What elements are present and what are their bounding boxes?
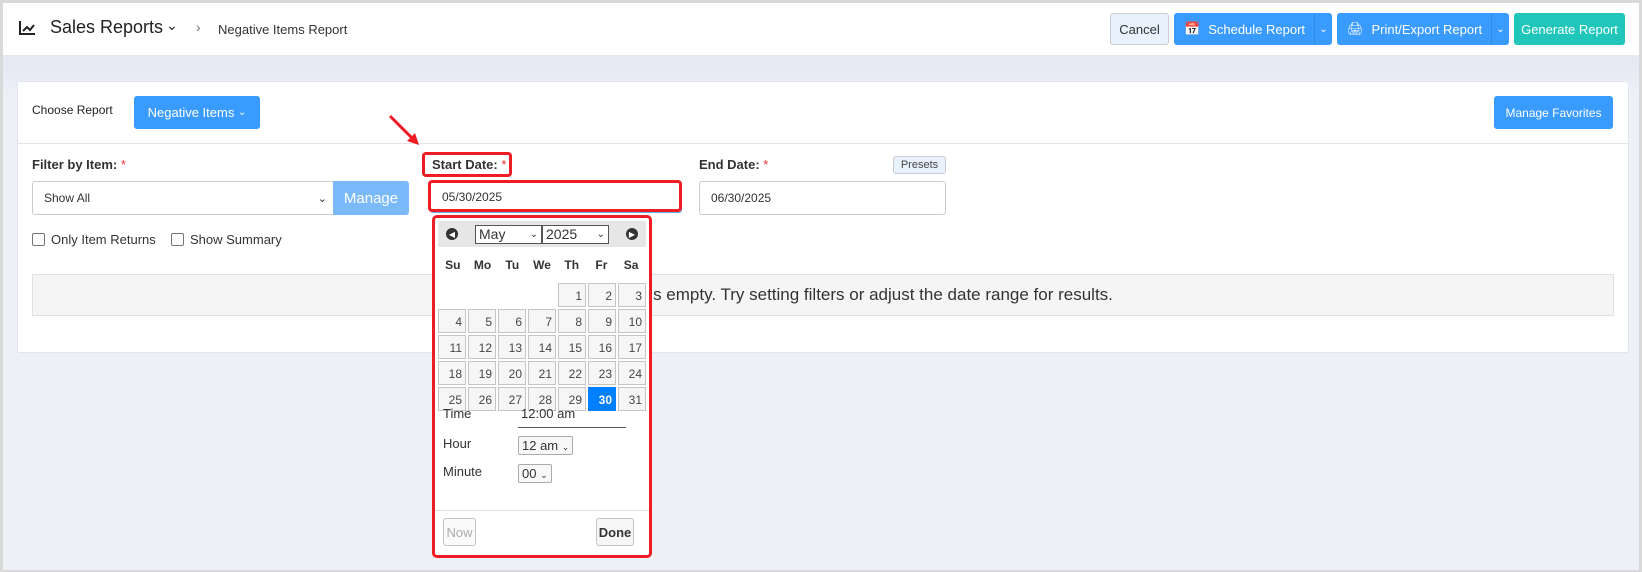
manage-items-button[interactable]: Manage [333, 181, 409, 215]
filter-label: Filter by Item: * [32, 157, 126, 172]
weekday-header: Su Mo Tu We Th Fr Sa [438, 258, 646, 272]
annotation-arrow [388, 114, 419, 145]
weekday-label: We [533, 258, 551, 272]
prev-month-icon[interactable]: ◀ [446, 228, 458, 240]
checkbox[interactable] [32, 233, 45, 246]
calendar-day[interactable]: 7 [528, 309, 556, 333]
cancel-button[interactable]: Cancel [1110, 13, 1169, 45]
calendar-day[interactable]: 5 [468, 309, 496, 333]
calendar-header: ◀ May ⌄ 2025 ⌄ ▶ [438, 221, 646, 247]
divider [435, 510, 649, 511]
calendar-day[interactable]: 23 [588, 361, 616, 385]
calendar-day[interactable]: 3 [618, 283, 646, 307]
day-grid: 1 2 3 4 5 6 7 8 9 10 11 12 13 14 15 16 17 18 19 20 21 22 23 24 2… [438, 283, 646, 411]
calendar-day[interactable]: 6 [498, 309, 526, 333]
generate-report-button[interactable]: Generate Report [1514, 13, 1625, 45]
calendar-day[interactable]: 4 [438, 309, 466, 333]
time-value: 12:00 am [518, 406, 626, 428]
chevron-down-icon[interactable]: ⌄ [1491, 13, 1509, 45]
calendar-day[interactable]: 15 [558, 335, 586, 359]
weekday-label: Mo [473, 258, 492, 272]
minute-select[interactable]: 00 ⌄ [518, 464, 552, 483]
empty-cell [438, 283, 466, 307]
calendar-day[interactable]: 13 [498, 335, 526, 359]
minute-label: Minute [443, 464, 483, 479]
calendar-day[interactable]: 21 [528, 361, 556, 385]
year-select[interactable]: 2025 ⌄ [542, 224, 609, 244]
next-month-icon[interactable]: ▶ [626, 228, 638, 240]
now-button[interactable]: Now [443, 518, 476, 546]
calendar-day[interactable]: 16 [588, 335, 616, 359]
filter-value: Show All [44, 191, 91, 205]
calendar-day[interactable]: 18 [438, 361, 466, 385]
print-export-button[interactable]: 🖨 Print/Export Report ⌄ [1337, 13, 1509, 45]
calendar-day[interactable]: 1 [558, 283, 586, 307]
chevron-down-icon[interactable]: ⌄ [1314, 13, 1332, 45]
line-chart-icon [19, 21, 35, 35]
only-item-returns-checkbox[interactable]: Only Item Returns [32, 232, 156, 247]
calendar-day[interactable]: 10 [618, 309, 646, 333]
time-label: Time [443, 406, 472, 421]
calendar-day[interactable]: 9 [588, 309, 616, 333]
breadcrumb: Negative Items Report [218, 22, 348, 37]
hour-select[interactable]: 12 am ⌄ [518, 436, 574, 455]
end-date-label: End Date: * [699, 157, 769, 172]
start-input-highlight [428, 180, 682, 212]
end-date-input[interactable]: 06/30/2025 [699, 181, 946, 215]
done-button[interactable]: Done [596, 518, 634, 546]
divider [18, 143, 1628, 144]
printer-icon: 🖨 [1347, 21, 1364, 36]
weekday-label: Th [564, 258, 580, 272]
weekday-label: Fr [595, 258, 608, 272]
schedule-label: Schedule Report [1208, 21, 1306, 37]
report-card: Choose Report Negative Items ⌄ Manage Fa… [17, 81, 1629, 353]
weekday-label: Tu [505, 258, 520, 272]
print-label: Print/Export Report [1371, 21, 1483, 37]
start-label-highlight [422, 152, 512, 177]
calendar-day[interactable]: 19 [468, 361, 496, 385]
date-picker: ◀ May ⌄ 2025 ⌄ ▶ Su Mo Tu We Th Fr Sa 1234567891… [432, 215, 652, 558]
month-select[interactable]: May ⌄ [475, 224, 542, 244]
calendar-day[interactable]: 11 [438, 335, 466, 359]
app-title[interactable]: Sales Reports [50, 17, 163, 38]
calendar-day[interactable]: 22 [558, 361, 586, 385]
presets-button[interactable]: Presets [893, 156, 946, 174]
weekday-label: Su [445, 258, 461, 272]
choose-report-label: Choose Report [32, 103, 113, 117]
calendar-day[interactable]: 24 [618, 361, 646, 385]
report-dropdown-label: Negative Items [147, 105, 235, 120]
calendar-day[interactable]: 20 [498, 361, 526, 385]
hour-label: Hour [443, 436, 472, 451]
empty-cell [468, 283, 496, 307]
empty-cell [528, 283, 556, 307]
filter-item-select[interactable]: Show All ⌄ [32, 181, 334, 215]
weekday-label: Sa [623, 258, 639, 272]
show-summary-checkbox[interactable]: Show Summary [171, 232, 282, 247]
empty-results-message: s empty. Try setting filters or adjust t… [32, 274, 1614, 316]
calendar-day[interactable]: 26 [468, 387, 496, 411]
schedule-report-button[interactable]: 📅 Schedule Report ⌄ [1174, 13, 1332, 45]
manage-favorites-button[interactable]: Manage Favorites [1494, 96, 1613, 129]
chevron-right-icon: › [196, 19, 201, 35]
calendar-day[interactable]: 12 [468, 335, 496, 359]
chevron-down-icon: ⌄ [237, 107, 247, 118]
calendar-day[interactable]: 14 [528, 335, 556, 359]
chevron-down-icon[interactable]: ⌄ [166, 17, 178, 34]
checkbox[interactable] [171, 233, 184, 246]
calendar-day[interactable]: 17 [618, 335, 646, 359]
calendar-day[interactable]: 8 [558, 309, 586, 333]
chevron-down-icon: ⌄ [317, 192, 327, 205]
calendar-icon: 📅 [1184, 21, 1201, 36]
report-dropdown-button[interactable]: Negative Items ⌄ [134, 96, 260, 129]
calendar-day[interactable]: 2 [588, 283, 616, 307]
empty-cell [498, 283, 526, 307]
